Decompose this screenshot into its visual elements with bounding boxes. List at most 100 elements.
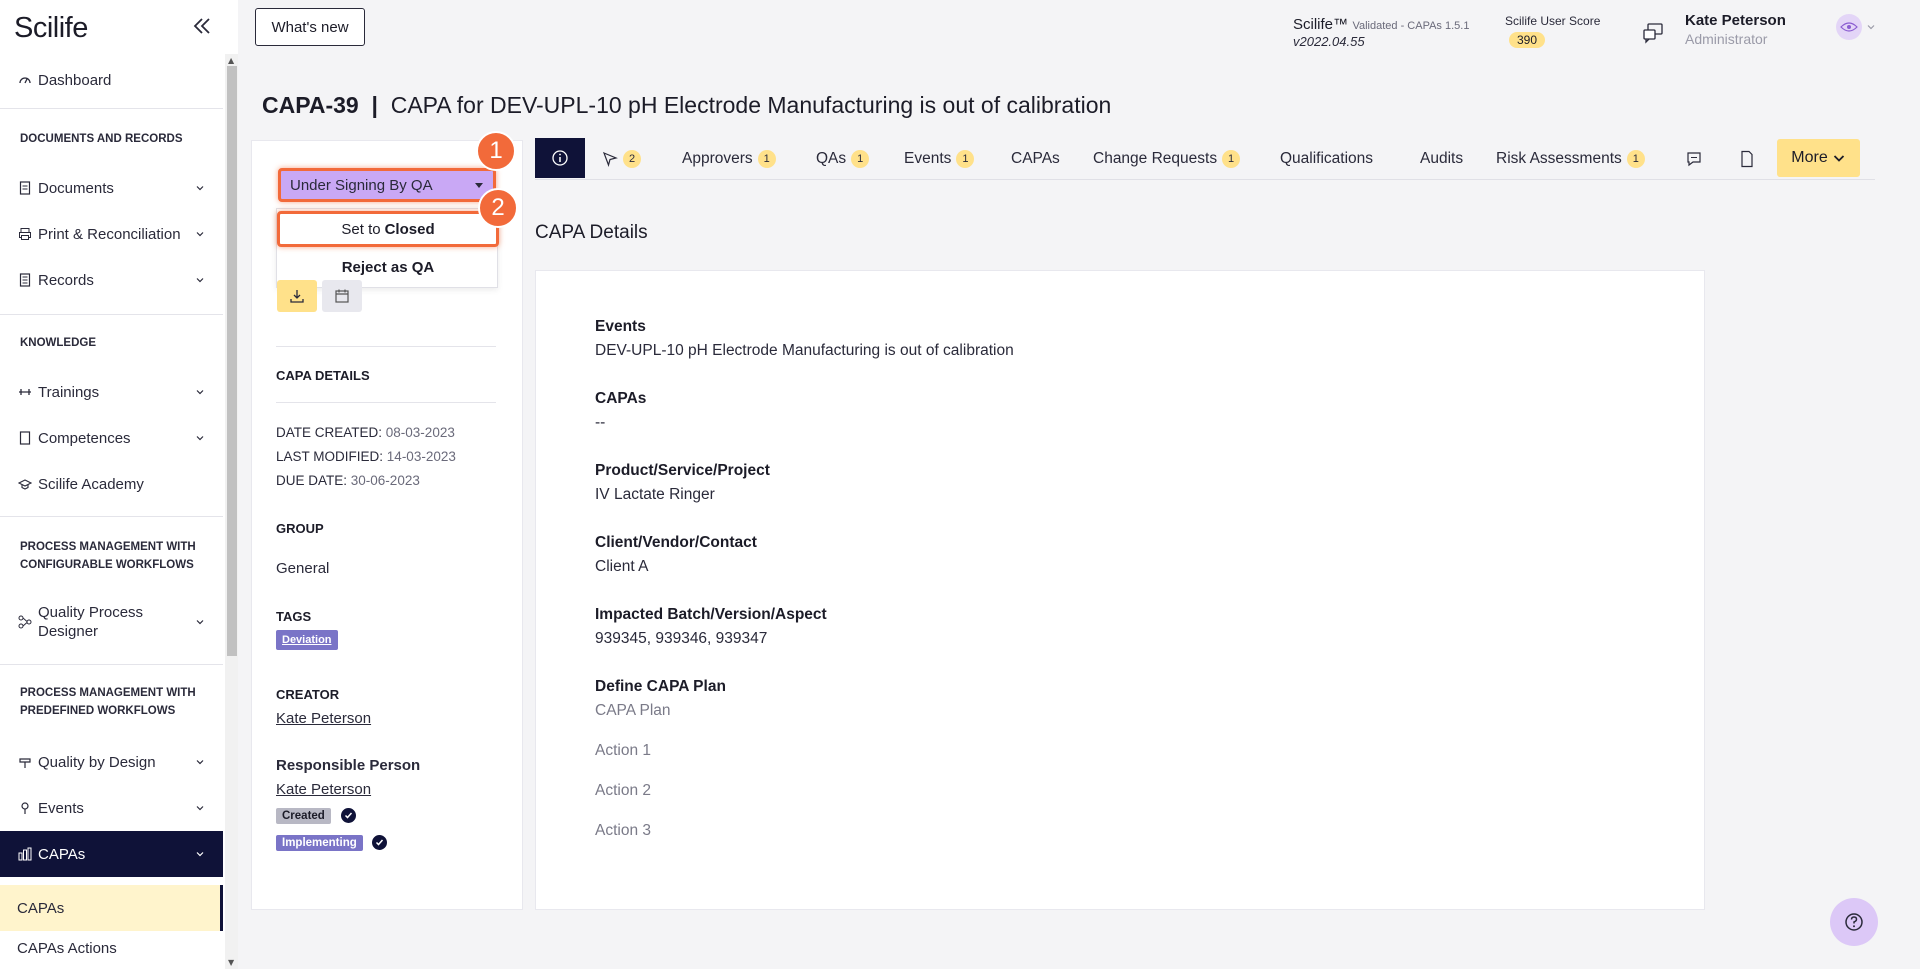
collapse-sidebar-icon[interactable] [190,14,214,38]
tab-label: Events [904,150,952,167]
capas-value: -- [595,414,606,431]
chevron-down-icon [196,186,204,191]
chevron-down-icon [196,278,204,283]
batch-label: Impacted Batch/Version/Aspect [595,606,827,623]
calendar-icon [335,289,349,303]
tab-risk-assessments[interactable]: Risk Assessments 1 [1496,138,1645,180]
sidebar-item-capas[interactable]: CAPAs [0,831,223,877]
chevron-down-icon[interactable] [1866,22,1876,32]
tab-count: 1 [956,150,975,168]
events-label: Events [595,318,646,335]
tab-label: Approvers [682,150,753,167]
tab-label: Audits [1420,150,1464,167]
chevron-down-icon [196,852,204,857]
product-value: IV Lactate Ringer [595,486,715,503]
creator-link[interactable]: Kate Peterson [276,710,371,727]
action-item: Action 3 [595,822,652,839]
tab-workflow[interactable]: 2 [602,138,641,180]
check-icon [372,835,387,850]
sidebar-item-print-reconciliation[interactable]: Print & Reconciliation [0,220,223,248]
menu-item-set-closed[interactable]: Set to Closed [277,211,499,247]
tab-info[interactable] [535,138,585,178]
sidebar-item-records[interactable]: Records [0,266,223,294]
tab-label: Risk Assessments [1496,150,1622,167]
capa-plan-value: CAPA Plan [595,702,671,719]
printer-icon [18,227,32,241]
scrollbar-thumb[interactable] [227,66,237,656]
more-button[interactable]: More [1777,139,1860,177]
tab-events[interactable]: Events 1 [904,138,975,180]
sidebar-subitem-capas-actions[interactable]: CAPAs Actions [0,934,223,962]
tab-count: 1 [1222,150,1241,168]
avatar[interactable] [1836,14,1862,40]
sidebar-item-academy[interactable]: Scilife Academy [0,470,223,498]
sidebar-item-competences[interactable]: Competences [0,424,223,452]
tab-qualifications[interactable]: Qualifications [1280,138,1373,180]
tab-qas[interactable]: QAs 1 [816,138,870,180]
quality-design-icon [18,755,32,769]
tab-approvers[interactable]: Approvers 1 [682,138,776,180]
sidebar-subitem-capas[interactable]: CAPAs [0,885,223,931]
sidebar-scrollbar[interactable]: ▲ ▼ [225,54,238,969]
tab-files[interactable] [1739,138,1755,180]
sidebar-item-label: Quality Process Designer [38,603,143,641]
sidebar-item-documents[interactable]: Documents [0,174,223,202]
tab-label: Change Requests [1093,150,1218,167]
scilife-logo: Scilife [14,12,88,44]
scroll-up-icon[interactable]: ▲ [228,56,234,65]
sidebar-item-quality-process-designer[interactable]: Quality Process Designer [0,600,223,644]
sidebar-item-label: CAPAs Actions [17,939,117,957]
tab-comments[interactable] [1685,138,1703,180]
capa-details-heading: CAPA DETAILS [276,368,370,383]
tab-count: 1 [757,150,776,168]
tab-label: QAs [816,150,847,167]
sidebar-item-label: Trainings [38,383,100,401]
comment-icon [1687,152,1701,167]
score-badge: 390 [1509,32,1546,48]
download-button[interactable] [277,280,317,312]
group-value: General [276,560,330,577]
menu-item-prefix: Set to [341,220,381,238]
menu-item-bold: Closed [384,220,435,238]
help-button[interactable] [1830,898,1878,946]
tab-count: 1 [1626,150,1645,168]
section-title: KNOWLEDGE [20,337,97,349]
divider [0,314,223,315]
details-heading: CAPA Details [535,222,648,243]
chevron-down-icon [196,760,204,765]
workflow-icon [18,615,32,629]
chevron-down-icon [196,620,204,625]
meta-label: DUE DATE: [276,473,348,488]
sidebar-item-label: Records [38,271,94,289]
sidebar-item-events[interactable]: Events [0,794,223,822]
responsible-label: Responsible Person [276,757,421,774]
sidebar-item-trainings[interactable]: Trainings [0,378,223,406]
tab-bar: 2 Approvers 1 QAs 1 Events 1 CAPAs Change R… [535,138,1875,180]
page-title: CAPA-39 | CAPA for DEV-UPL-10 pH Electro… [262,92,1111,119]
responsible-link[interactable]: Kate Peterson [276,781,371,798]
user-info[interactable]: Kate Peterson Administrator [1685,12,1786,47]
user-name: Kate Peterson [1685,12,1786,29]
tab-change-requests[interactable]: Change Requests 1 [1093,138,1241,180]
menu-item-bold: Reject as QA [341,258,435,276]
chevron-down-icon [196,390,204,395]
chevron-down-icon [196,232,204,237]
download-icon [290,290,304,303]
events-value: DEV-UPL-10 pH Electrode Manufacturing is… [595,342,1014,359]
scroll-down-icon[interactable]: ▼ [228,958,234,967]
whats-new-button[interactable]: What's new [255,8,365,46]
status-dropdown-button[interactable]: Under Signing By QA [278,168,496,202]
tag-deviation[interactable]: Deviation [276,630,338,650]
sidebar-item-dashboard[interactable]: Dashboard [0,66,223,94]
sidebar-item-label: Scilife Academy [38,475,144,493]
tab-audits[interactable]: Audits [1420,138,1463,180]
sidebar-item-quality-by-design[interactable]: Quality by Design [0,748,223,776]
chevron-down-icon [1833,155,1844,162]
due-date: DUE DATE: 30-06-2023 [276,473,420,488]
feedback-icon[interactable] [1642,22,1664,44]
tab-capas[interactable]: CAPAs [1011,138,1060,180]
divider [0,108,223,109]
divider [0,664,223,665]
tags-label: TAGS [276,609,312,624]
calendar-button[interactable] [322,280,362,312]
